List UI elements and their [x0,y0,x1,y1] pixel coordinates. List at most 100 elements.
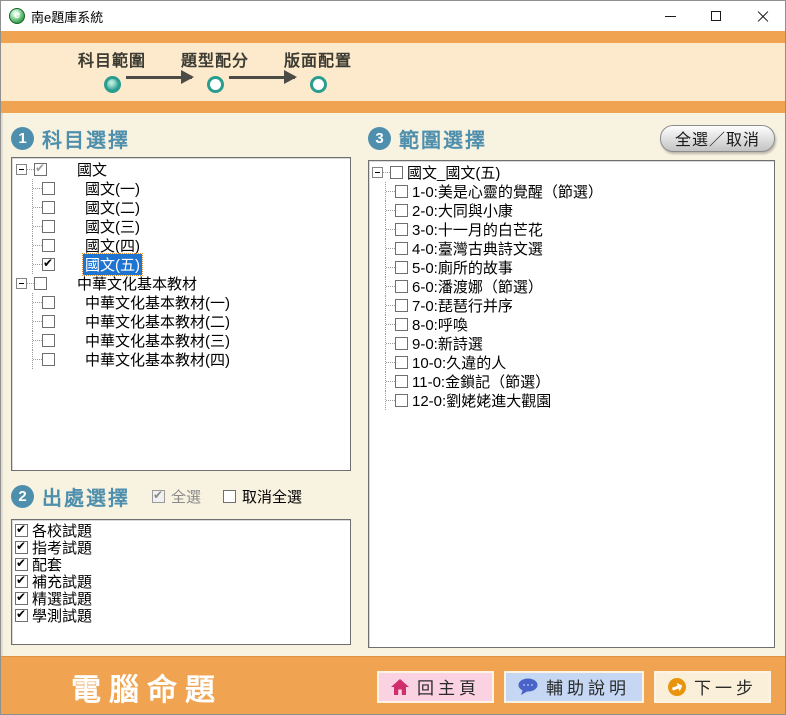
tree-label[interactable]: 2-0:大同與小康 [410,200,515,221]
section-title: 科目選擇 [42,124,130,153]
collapse-toggle-icon[interactable] [16,278,27,289]
select-all-label: 全選 [171,486,201,507]
minimize-button[interactable] [647,1,693,31]
next-step-button[interactable]: 下一步 [654,671,771,703]
footer-buttons: 回主頁 輔助說明 下一步 [377,671,771,703]
tree-row: 國文 [12,160,350,179]
deselect-all-checkbox[interactable] [223,490,236,503]
range-checkbox[interactable] [395,318,408,331]
tree-label[interactable]: 9-0:新詩選 [410,333,485,354]
mid-accent-stripe [1,101,785,113]
tree-label[interactable]: 國文(二) [83,197,142,218]
home-button[interactable]: 回主頁 [377,671,494,703]
range-checkbox[interactable] [395,394,408,407]
tree-label[interactable]: 10-0:久違的人 [410,352,508,373]
subject-checkbox[interactable] [42,315,55,328]
deselect-all-control: 取消全選 [223,486,302,507]
step-subject-range[interactable]: 科目範圍 [69,47,155,93]
range-checkbox[interactable] [395,299,408,312]
footer-bar: 電腦命題 回主頁 輔助說明 下一步 [1,656,785,715]
tree-label[interactable]: 4-0:臺灣古典詩文選 [410,238,545,259]
range-checkbox[interactable] [395,375,408,388]
app-window: 南e題庫系統 科目範圍 題型配分 版面配置 [0,0,786,715]
tree-row: 中華文化基本教材 [12,274,350,293]
tree-label[interactable]: 1-0:美是心靈的覺醒（節選） [410,181,605,202]
range-checkbox[interactable] [395,280,408,293]
range-checkbox[interactable] [395,204,408,217]
tree-connector [27,169,34,170]
tree-label[interactable]: 國文(四) [83,235,142,256]
title-bar: 南e題庫系統 [1,1,785,31]
range-checkbox[interactable] [390,166,403,179]
range-checkbox[interactable] [395,223,408,236]
step-circle-icon [104,76,121,93]
subject-checkbox[interactable] [34,163,47,176]
maximize-button[interactable] [693,1,739,31]
range-checkbox[interactable] [395,242,408,255]
tree-row: 中華文化基本教材(三) [12,331,350,350]
tree-label[interactable]: 中華文化基本教材(二) [83,311,232,332]
subject-checkbox[interactable] [42,258,55,271]
collapse-toggle-icon[interactable] [16,164,27,175]
tree-label[interactable]: 國文_國文(五) [405,162,502,183]
tree-row: 國文(三) [12,217,350,236]
tree-label[interactable]: 6-0:潘渡娜（節選） [410,276,545,297]
source-checkbox[interactable] [15,541,28,554]
tree-label[interactable]: 12-0:劉姥姥進大觀園 [410,390,553,411]
source-checkbox[interactable] [15,558,28,571]
help-button[interactable]: 輔助說明 [504,671,644,703]
subject-checkbox[interactable] [42,353,55,366]
tree-label[interactable]: 中華文化基本教材(三) [83,330,232,351]
subject-checkbox[interactable] [42,182,55,195]
tree-label[interactable]: 5-0:廁所的故事 [410,257,515,278]
wizard-stepper-band: 科目範圍 題型配分 版面配置 [1,43,785,101]
subject-checkbox[interactable] [42,220,55,233]
select-all-toggle-button[interactable]: 全選／取消 [660,125,775,152]
tree-row: 8-0:呼喚 [369,315,774,334]
help-button-label: 輔助說明 [546,674,630,699]
minimize-icon [665,16,676,17]
top-accent-stripe [1,31,785,43]
tree-label[interactable]: 國文(五) [83,254,142,275]
home-button-label: 回主頁 [417,674,480,699]
section-title: 出處選擇 [42,482,130,511]
tree-label[interactable]: 7-0:琵琶行并序 [410,295,515,316]
range-checkbox[interactable] [395,261,408,274]
tree-label[interactable]: 國文 [75,159,109,180]
tree-label[interactable]: 8-0:呼喚 [410,314,470,335]
tree-row: 1-0:美是心靈的覺醒（節選） [369,182,774,201]
tree-row: 12-0:劉姥姥進大觀園 [369,391,774,410]
source-checkbox[interactable] [15,609,28,622]
section-number-badge: 2 [11,485,34,508]
left-column: 1 科目選擇 國文 國文(一) [11,119,351,648]
source-checkbox[interactable] [15,524,28,537]
subject-checkbox[interactable] [42,201,55,214]
collapse-toggle-icon[interactable] [372,167,383,178]
main-area: 1 科目選擇 國文 國文(一) [1,113,785,656]
step-circle-icon [310,76,327,93]
source-checkbox[interactable] [15,575,28,588]
tree-row: 6-0:潘渡娜（節選） [369,277,774,296]
subject-checkbox[interactable] [42,296,55,309]
subject-checkbox[interactable] [34,277,47,290]
wizard-stepper: 科目範圍 題型配分 版面配置 [69,43,361,93]
tree-label[interactable]: 11-0:金鎖記（節選） [410,371,552,392]
tree-label[interactable]: 中華文化基本教材(四) [83,349,232,370]
tree-row: 國文(二) [12,198,350,217]
tree-label[interactable]: 3-0:十一月的白芒花 [410,219,545,240]
range-checkbox[interactable] [395,337,408,350]
next-button-label: 下一步 [694,674,757,699]
tree-label[interactable]: 國文(三) [83,216,142,237]
source-checkbox[interactable] [15,592,28,605]
close-button[interactable] [739,1,785,31]
tree-label[interactable]: 中華文化基本教材(一) [83,292,232,313]
source-label[interactable]: 學測試題 [32,605,92,626]
range-section-header: 3 範圍選擇 全選／取消 [368,119,775,157]
select-all-checkbox[interactable] [152,490,165,503]
range-checkbox[interactable] [395,356,408,369]
subject-checkbox[interactable] [42,239,55,252]
range-checkbox[interactable] [395,185,408,198]
tree-label[interactable]: 中華文化基本教材 [75,273,199,294]
tree-label[interactable]: 國文(一) [83,178,142,199]
subject-checkbox[interactable] [42,334,55,347]
